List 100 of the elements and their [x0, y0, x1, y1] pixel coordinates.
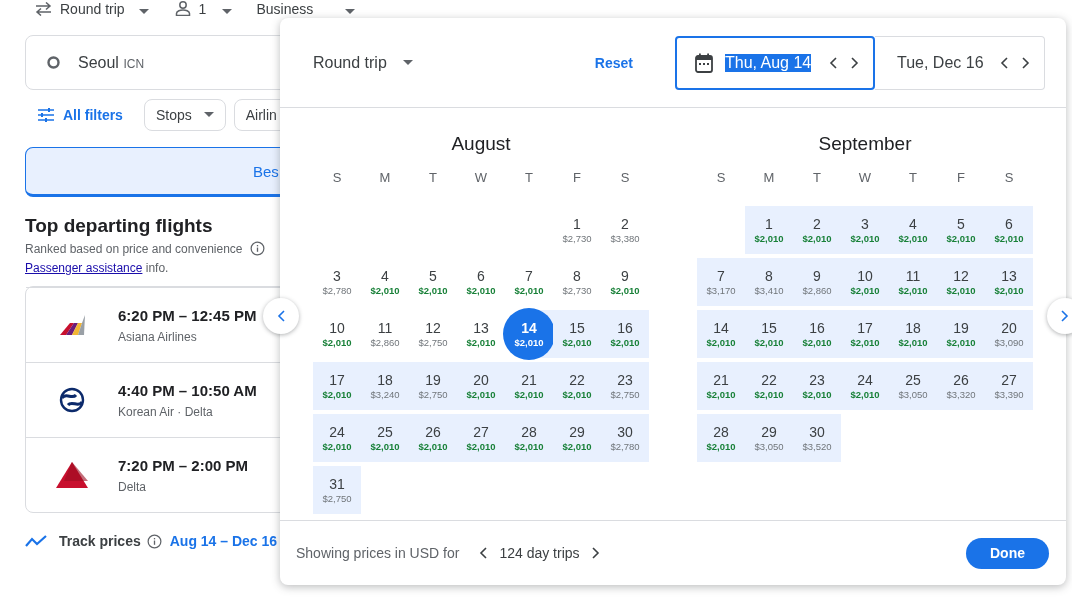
reset-button[interactable]: Reset [594, 54, 633, 71]
calendar-day[interactable]: 25 $2,010 [361, 414, 409, 462]
calendar-day[interactable]: 5 $2,010 [409, 258, 457, 306]
calendar-day[interactable]: 10 $2,010 [841, 258, 889, 306]
next-length-icon[interactable] [591, 547, 600, 559]
calendar-day[interactable]: 24 $2,010 [313, 414, 361, 462]
calendar-day[interactable]: 18 $3,240 [361, 362, 409, 410]
calendar-day[interactable]: 17 $2,010 [313, 362, 361, 410]
weekday-label: T [812, 169, 822, 187]
calendar-day[interactable]: 20 $3,090 [985, 310, 1033, 358]
airline-names: Korean Air · Delta [118, 404, 213, 419]
caret-icon [138, 8, 149, 14]
calendar-day[interactable]: 28 $2,010 [697, 414, 745, 462]
calendar-day[interactable]: 1 $2,010 [745, 206, 793, 254]
calendar-day[interactable]: 15 $2,010 [553, 310, 601, 358]
calendar-day[interactable]: 21 $2,010 [505, 362, 553, 410]
chevron-left-icon[interactable] [277, 310, 285, 322]
calendar-day[interactable]: 19 $2,010 [937, 310, 985, 358]
flight-times: 7:20 PM – 2:00 PM [118, 456, 249, 474]
calendar-day[interactable]: 3 $2,010 [841, 206, 889, 254]
calendar-day[interactable]: 1 $2,730 [553, 206, 601, 254]
airline-names: Asiana Airlines [118, 329, 197, 344]
calendar-day[interactable]: 23 $2,010 [793, 362, 841, 410]
filter-chip[interactable]: Stops [143, 98, 226, 131]
calendar-day[interactable]: 30 $2,780 [601, 414, 649, 462]
weekday-label: S [715, 169, 727, 187]
calendar-day[interactable]: 6 $2,010 [457, 258, 505, 306]
assistance-link[interactable]: Passenger assistance [25, 261, 143, 275]
calendar-day[interactable]: 24 $2,010 [841, 362, 889, 410]
calendar-day[interactable]: 23 $2,750 [601, 362, 649, 410]
sliders-icon [38, 107, 54, 122]
calendar-day[interactable]: 29 $2,010 [553, 414, 601, 462]
calendar-day[interactable]: 29 $3,050 [745, 414, 793, 462]
calendar-day[interactable]: 2 $3,380 [601, 206, 649, 254]
info-icon[interactable] [146, 533, 162, 549]
calendar-day[interactable]: 17 $2,010 [841, 310, 889, 358]
calendar-day[interactable]: 20 $2,010 [457, 362, 505, 410]
calendar-day[interactable]: 16 $2,010 [601, 310, 649, 358]
calendar-day[interactable]: 13 $2,010 [457, 310, 505, 358]
calendar-day[interactable]: 22 $2,010 [745, 362, 793, 410]
calendar-day[interactable]: 15 $2,010 [745, 310, 793, 358]
weekday-label: S [1003, 169, 1015, 187]
weekday-label: W [473, 169, 489, 187]
calendar-day[interactable]: 16 $2,010 [793, 310, 841, 358]
calendar-day[interactable]: 9 $2,010 [601, 258, 649, 306]
trip-type-dropdown[interactable]: Round trip [313, 53, 413, 72]
calendar-day[interactable]: 12 $2,010 [937, 258, 985, 306]
all-filters-button[interactable]: All filters [25, 106, 123, 123]
trip-type-dropdown[interactable]: Round trip [60, 0, 125, 17]
passenger-count-dropdown[interactable]: 1 [198, 0, 207, 17]
flight-times: 6:20 PM – 12:45 PM [118, 306, 257, 324]
calendar-day[interactable]: 30 $3,520 [793, 414, 841, 462]
track-prices-label: Track prices [59, 533, 141, 549]
calendar-day[interactable]: 13 $2,010 [985, 258, 1033, 306]
previous-length-icon[interactable] [479, 547, 488, 559]
chevron-right-icon[interactable] [1061, 310, 1069, 322]
weekday-label: T [524, 169, 534, 187]
weekday-label: S [331, 169, 343, 187]
calendar-icon [694, 52, 713, 73]
calendar-day[interactable]: 14 $2,010 [697, 310, 745, 358]
calendar-day[interactable]: 7 $2,010 [505, 258, 553, 306]
weekday-label: W [857, 169, 873, 187]
cabin-class-dropdown[interactable]: Business [256, 0, 314, 17]
calendar-day[interactable]: 26 $3,320 [937, 362, 985, 410]
ranking-note: Ranked based on price and convenience [25, 241, 243, 256]
calendar-day[interactable]: 10 $2,010 [313, 310, 361, 358]
calendar-day[interactable]: 11 $2,860 [361, 310, 409, 358]
swirl-circle-icon [59, 387, 85, 413]
calendar-day[interactable]: 4 $2,010 [361, 258, 409, 306]
calendar-day[interactable]: 26 $2,010 [409, 414, 457, 462]
next-date-icon[interactable] [1021, 56, 1030, 69]
previous-date-icon[interactable] [828, 56, 837, 69]
calendar-day[interactable]: 21 $2,010 [697, 362, 745, 410]
calendar-day[interactable]: 22 $2,010 [553, 362, 601, 410]
calendar-day[interactable]: 2 $2,010 [793, 206, 841, 254]
calendar-day[interactable]: 7 $3,170 [697, 258, 745, 306]
calendar-day[interactable]: 8 $2,730 [553, 258, 601, 306]
price-currency-note: Showing prices in USD for [296, 545, 460, 561]
calendar-day[interactable]: 14 $2,010 [505, 310, 553, 358]
previous-date-icon[interactable] [999, 56, 1008, 69]
calendar-day[interactable]: 11 $2,010 [889, 258, 937, 306]
calendar-day[interactable]: 5 $2,010 [937, 206, 985, 254]
calendar-day[interactable]: 8 $3,410 [745, 258, 793, 306]
calendar-day[interactable]: 3 $2,780 [313, 258, 361, 306]
date-field[interactable]: Thu, Aug 14 [674, 35, 875, 90]
calendar-day[interactable]: 12 $2,750 [409, 310, 457, 358]
calendar-day[interactable]: 25 $3,050 [889, 362, 937, 410]
calendar-day[interactable]: 27 $3,390 [985, 362, 1033, 410]
calendar-day[interactable]: 31 $2,750 [313, 466, 361, 514]
calendar-day[interactable]: 18 $2,010 [889, 310, 937, 358]
calendar-day[interactable]: 28 $2,010 [505, 414, 553, 462]
next-date-icon[interactable] [850, 56, 859, 69]
calendar-day[interactable]: 4 $2,010 [889, 206, 937, 254]
calendar-day[interactable]: 9 $2,860 [793, 258, 841, 306]
date-field[interactable]: Tue, Dec 16 [874, 35, 1045, 90]
calendar-day[interactable]: 27 $2,010 [457, 414, 505, 462]
done-button[interactable]: Done [966, 537, 1049, 569]
calendar-day[interactable]: 19 $2,750 [409, 362, 457, 410]
calendar-day[interactable]: 6 $2,010 [985, 206, 1033, 254]
info-icon[interactable] [249, 241, 265, 256]
